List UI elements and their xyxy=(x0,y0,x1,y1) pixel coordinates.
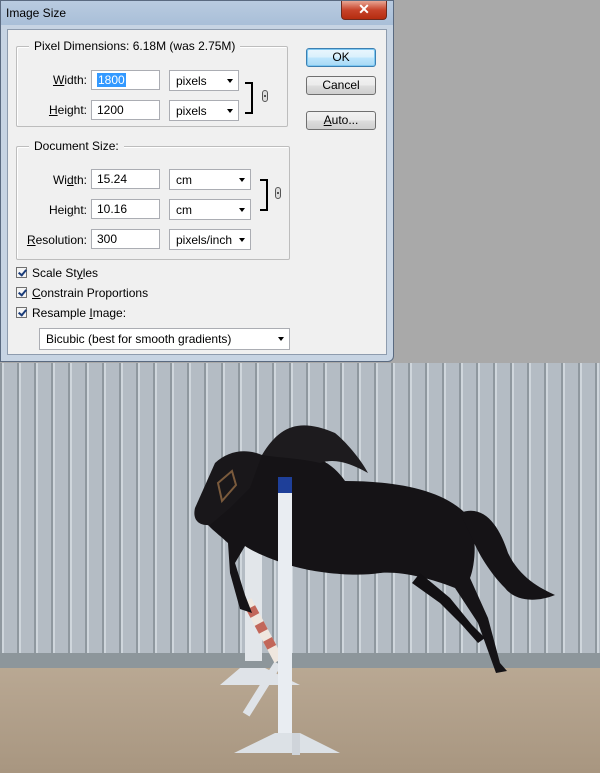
fence-stand-top xyxy=(278,477,292,493)
chevron-down-icon xyxy=(227,79,233,83)
constrain-bracket xyxy=(260,179,268,211)
horse-jumping-photo xyxy=(0,363,600,773)
document-size-group: Document Size: Width: 15.24 cm Height: 1… xyxy=(16,139,290,260)
pixel-dimensions-size: 6.18M (was 2.75M) xyxy=(132,39,236,53)
pixel-height-input[interactable]: 1200 xyxy=(91,100,160,120)
fence-front-stand xyxy=(278,477,292,751)
doc-height-unit-select[interactable]: cm xyxy=(169,199,251,220)
resample-method-select[interactable]: Bicubic (best for smooth gradients) xyxy=(39,328,290,350)
doc-width-value: 15.24 xyxy=(97,172,128,186)
dialog-titlebar[interactable]: Image Size ✕ xyxy=(1,1,393,25)
doc-height-value: 10.16 xyxy=(97,202,128,216)
chevron-down-icon xyxy=(239,208,245,212)
pixel-height-label: Height: xyxy=(48,103,87,117)
chevron-down-icon xyxy=(239,178,245,182)
pixel-dimensions-label: Pixel Dimensions: xyxy=(34,39,130,53)
fence-front-foot-post xyxy=(292,733,300,755)
dialog-title: Image Size xyxy=(6,6,67,20)
pixel-width-label: Width: xyxy=(52,73,87,87)
sand-ground xyxy=(0,668,600,773)
close-button[interactable]: ✕ xyxy=(341,1,387,20)
scale-styles-label: Scale Styles xyxy=(32,266,99,280)
pixel-dimensions-group: Pixel Dimensions: 6.18M (was 2.75M) Widt… xyxy=(16,39,288,127)
resolution-label: Resolution: xyxy=(26,233,87,247)
doc-width-unit-select[interactable]: cm xyxy=(169,169,251,190)
constrain-bracket xyxy=(245,82,253,114)
chevron-down-icon xyxy=(278,337,284,341)
close-icon: ✕ xyxy=(358,1,370,17)
document-size-label: Document Size: xyxy=(34,139,119,153)
resolution-unit-select[interactable]: pixels/inch xyxy=(169,229,251,250)
resolution-input[interactable]: 300 xyxy=(91,229,160,249)
link-chain-icon xyxy=(262,90,268,102)
chevron-down-icon xyxy=(239,238,245,242)
pixel-height-unit-select[interactable]: pixels xyxy=(169,100,239,121)
doc-width-label: Width: xyxy=(52,173,87,187)
doc-height-label: Height: xyxy=(48,203,87,217)
pixel-width-unit-select[interactable]: pixels xyxy=(169,70,239,91)
resample-image-checkbox[interactable] xyxy=(16,307,27,318)
pixel-width-input[interactable]: 1800 xyxy=(91,70,160,90)
resample-image-label: Resample Image: xyxy=(32,306,127,320)
scale-styles-checkbox[interactable] xyxy=(16,267,27,278)
doc-width-input[interactable]: 15.24 xyxy=(91,169,160,189)
chevron-down-icon xyxy=(227,109,233,113)
document-size-legend: Document Size: xyxy=(29,139,124,153)
image-size-dialog: Image Size ✕ Pixel Dimensions: 6.18M (wa… xyxy=(0,0,394,362)
pixel-width-value: 1800 xyxy=(97,73,126,87)
auto-button[interactable]: Auto... xyxy=(306,111,376,130)
pixel-dimensions-legend: Pixel Dimensions: 6.18M (was 2.75M) xyxy=(29,39,241,53)
ok-button[interactable]: OK xyxy=(306,48,376,67)
doc-height-input[interactable]: 10.16 xyxy=(91,199,160,219)
link-chain-icon xyxy=(275,187,281,199)
cancel-button[interactable]: Cancel xyxy=(306,76,376,95)
dialog-client: Pixel Dimensions: 6.18M (was 2.75M) Widt… xyxy=(7,29,387,355)
pixel-height-value: 1200 xyxy=(97,103,124,117)
constrain-proportions-checkbox[interactable] xyxy=(16,287,27,298)
resolution-value: 300 xyxy=(97,232,118,246)
constrain-proportions-label: Constrain Proportions xyxy=(32,286,149,300)
document-canvas xyxy=(0,363,600,773)
